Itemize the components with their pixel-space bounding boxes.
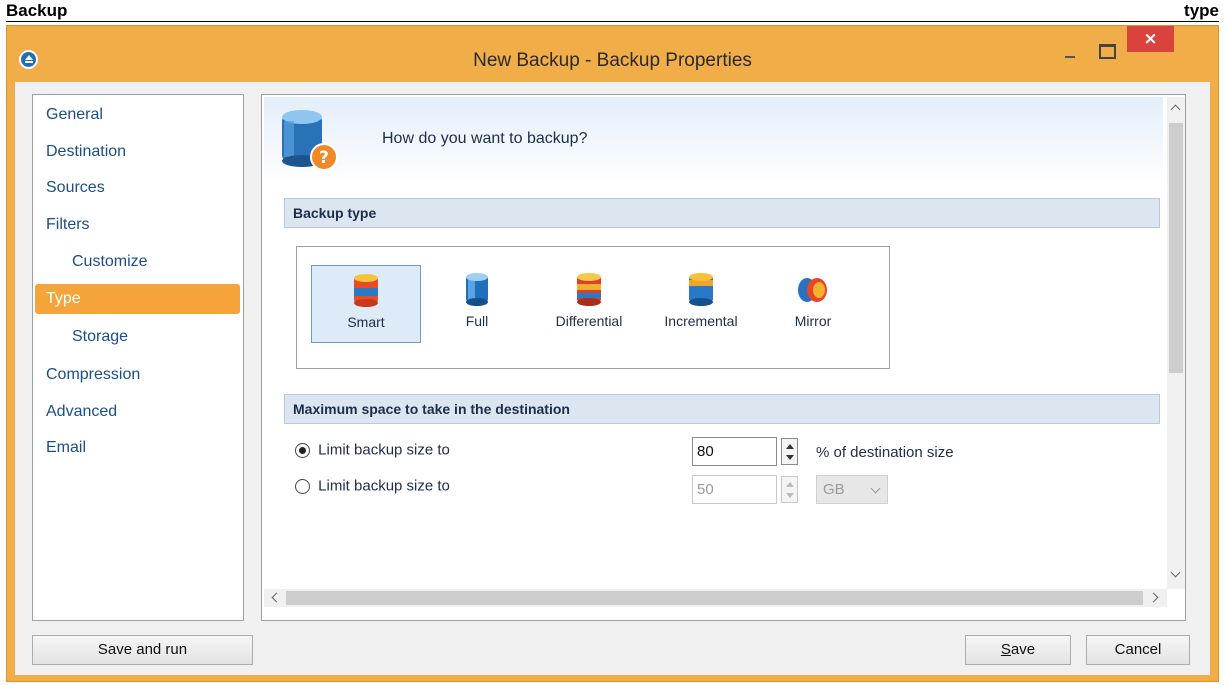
close-button[interactable]: × [1127,26,1174,52]
type-label-mirror: Mirror [794,313,832,329]
mirror-icon [798,278,827,302]
nav-item-sources[interactable]: Sources [46,173,105,203]
backup-type-group: Smart Full Differential Incremental Mirr… [296,246,890,369]
nav-item-destination[interactable]: Destination [46,137,126,167]
type-label-incremental: Incremental [664,313,738,329]
type-settings-panel: ? How do you want to backup? Backup type… [261,94,1186,621]
limit-size-label: Limit backup size to [318,477,450,495]
max-space-section-header: Maximum space to take in the destination [284,394,1160,424]
save-mnemonic: S [1000,641,1011,658]
scroll-right-icon[interactable] [1148,592,1159,603]
limit-percent-radio[interactable] [295,442,310,458]
type-label-full: Full [465,313,489,329]
backup-question-icon: ? [282,110,338,171]
cancel-button[interactable]: Cancel [1086,635,1190,665]
window-client-area: General Destination Sources Filters Cust… [15,82,1210,675]
svg-text:?: ? [319,148,329,168]
nav-item-general[interactable]: General [46,100,103,130]
limit-size-stepper[interactable] [781,476,798,503]
limit-size-radio[interactable] [295,478,310,494]
scroll-left-icon[interactable] [271,592,282,603]
doc-header-left: Backup [6,1,68,20]
type-option-differential[interactable]: Differential [541,265,637,343]
limit-percent-stepper[interactable] [781,438,798,465]
type-label-differential: Differential [555,313,623,329]
save-and-run-button[interactable]: Save and run [32,635,253,665]
nav-item-type[interactable]: Type [35,284,240,314]
type-option-full[interactable]: Full [437,265,517,343]
settings-nav: General Destination Sources Filters Cust… [32,94,244,621]
window-title: New Backup - Backup Properties [473,50,752,71]
panel-header: ? How do you want to backup? [264,97,1163,185]
nav-item-compression[interactable]: Compression [46,360,140,390]
limit-percent-input[interactable]: 80 [692,437,798,466]
save-label: ave [1010,641,1036,658]
chevron-down-icon [870,483,881,494]
save-button[interactable]: Save [965,635,1071,665]
vertical-scroll-thumb[interactable] [1169,123,1183,373]
scroll-up-icon[interactable] [1170,104,1181,115]
incremental-icon [689,273,713,306]
size-unit-select[interactable]: GB [816,475,888,504]
size-unit-value: GB [823,481,845,498]
horizontal-scrollbar[interactable] [264,589,1167,607]
nav-item-customize[interactable]: Customize [72,247,148,277]
limit-percent-label: Limit backup size to [318,441,450,459]
nav-item-advanced[interactable]: Advanced [46,397,117,427]
limit-percent-unit: % of destination size [816,444,954,461]
horizontal-scroll-thumb[interactable] [286,591,1143,605]
smart-icon [354,274,378,307]
type-option-mirror[interactable]: Mirror [771,265,855,343]
doc-header-right: type [1184,1,1219,20]
backup-properties-window: New Backup - Backup Properties × General… [6,25,1219,682]
scroll-down-icon[interactable] [1170,567,1181,578]
type-label-smart: Smart [347,314,385,330]
backup-type-section-header: Backup type [284,198,1160,228]
type-option-incremental[interactable]: Incremental [651,265,751,343]
vertical-scrollbar[interactable] [1167,97,1185,589]
nav-item-filters[interactable]: Filters [46,210,90,240]
backup-question: How do you want to backup? [382,130,588,147]
limit-size-value: 50 [697,481,714,498]
nav-item-storage[interactable]: Storage [72,322,128,352]
limit-percent-value: 80 [697,443,714,460]
type-option-smart[interactable]: Smart [311,265,421,343]
title-bar[interactable]: New Backup - Backup Properties × [7,26,1218,81]
nav-item-email[interactable]: Email [46,433,86,463]
limit-percent-option[interactable]: Limit backup size to [295,441,450,463]
limit-size-input[interactable]: 50 [692,475,798,504]
minimize-button[interactable] [1057,36,1083,64]
full-icon [466,273,488,306]
limit-size-option[interactable]: Limit backup size to [295,477,450,499]
document-header: Backup type [6,0,1219,22]
maximize-button[interactable] [1091,36,1121,64]
differential-icon [577,273,601,306]
